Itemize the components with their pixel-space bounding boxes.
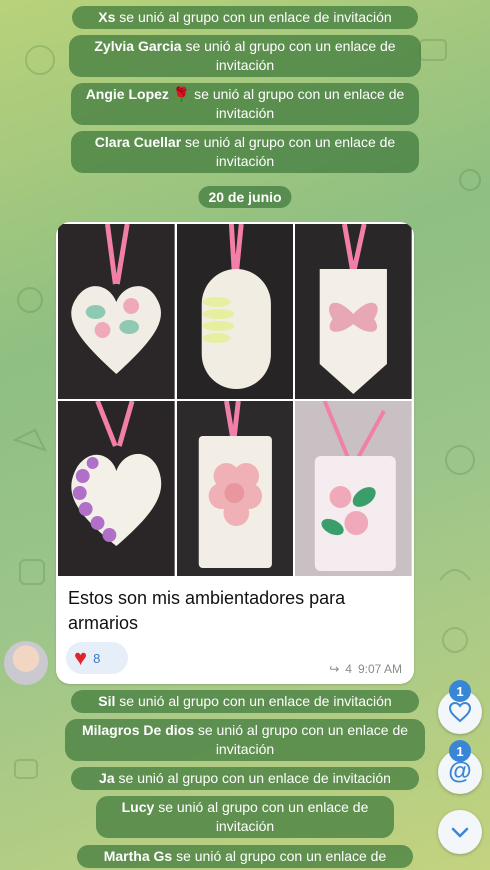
join-text: se unió al grupo con un enlace de invita… xyxy=(185,38,396,73)
sender-avatar[interactable] xyxy=(4,641,48,685)
photo-rect-pink-flower[interactable] xyxy=(176,401,294,576)
system-message: Sil se unió al grupo con un enlace de in… xyxy=(71,690,419,713)
system-message: Milagros De dios se unió al grupo con un… xyxy=(65,719,425,761)
join-text: se unió al grupo con un enlace de invita… xyxy=(194,86,405,121)
reactions-badge: 1 xyxy=(449,680,471,702)
mentions-badge: 1 xyxy=(449,740,471,762)
join-text: se unió al grupo con un enlace de invita… xyxy=(119,693,392,709)
system-message: Xs se unió al grupo con un enlace de inv… xyxy=(72,6,418,29)
system-message: Ja se unió al grupo con un enlace de inv… xyxy=(71,767,419,790)
join-text: se unió al grupo con un enlace de invita… xyxy=(185,134,396,169)
member-name: Angie Lopez xyxy=(85,86,169,102)
heart-icon xyxy=(448,701,472,723)
reaction-count: 8 xyxy=(93,650,101,666)
member-name: Lucy xyxy=(121,799,155,815)
join-text: se unió al grupo con un enlace de invita… xyxy=(118,770,391,786)
system-message: Martha Gs se unió al grupo con un enlace… xyxy=(77,845,413,868)
system-message: Angie Lopez 🌹 se unió al grupo con un en… xyxy=(71,83,419,125)
chevron-down-icon xyxy=(451,827,469,838)
photo-album[interactable] xyxy=(58,224,412,576)
join-text: se unió al grupo con un enlace de invita… xyxy=(197,722,409,757)
forward-count: 4 xyxy=(345,662,352,676)
photo-hexagon-butterfly[interactable] xyxy=(295,224,412,399)
rose-emoji: 🌹 xyxy=(172,86,191,102)
heart-reaction[interactable]: ♥ 8 xyxy=(66,642,128,674)
join-text: se unió al grupo con un enlace de xyxy=(176,848,387,864)
system-message: Zylvia Garcia se unió al grupo con un en… xyxy=(69,35,421,77)
at-icon: @ xyxy=(448,758,472,785)
member-name: Zylvia Garcia xyxy=(94,38,182,54)
forward-icon: ↪ xyxy=(329,662,340,676)
member-name: Sil xyxy=(98,693,116,709)
member-name: Clara Cuellar xyxy=(94,134,182,150)
join-text: se unió al grupo con un enlace de invita… xyxy=(119,9,392,25)
message-time: 9:07 AM xyxy=(357,662,402,676)
member-name: Martha Gs xyxy=(103,848,173,864)
photo-heart-leaves[interactable] xyxy=(58,224,175,399)
join-text: se unió al grupo con un enlace de invita… xyxy=(158,799,369,834)
photo-heart-purple-flowers[interactable] xyxy=(58,401,175,576)
member-name: Ja xyxy=(99,770,115,786)
message-caption: Estos son mis ambientadores para armario… xyxy=(68,588,346,633)
system-message: Lucy se unió al grupo con un enlace de i… xyxy=(96,796,394,838)
photo-rect-pink-green-flowers[interactable] xyxy=(295,401,412,576)
system-message: Clara Cuellar se unió al grupo con un en… xyxy=(71,131,419,173)
member-name: Xs xyxy=(98,9,116,25)
photo-oval-daisy[interactable] xyxy=(176,224,294,399)
scroll-to-bottom-button[interactable] xyxy=(438,810,482,854)
member-name: Milagros De dios xyxy=(81,722,194,738)
message-meta: ↪ 4 9:07 AM xyxy=(329,662,402,676)
heart-icon: ♥ xyxy=(74,645,88,670)
photo-message-bubble[interactable]: Estos son mis ambientadores para armario… xyxy=(56,222,414,684)
date-separator: 20 de junio xyxy=(198,186,292,208)
